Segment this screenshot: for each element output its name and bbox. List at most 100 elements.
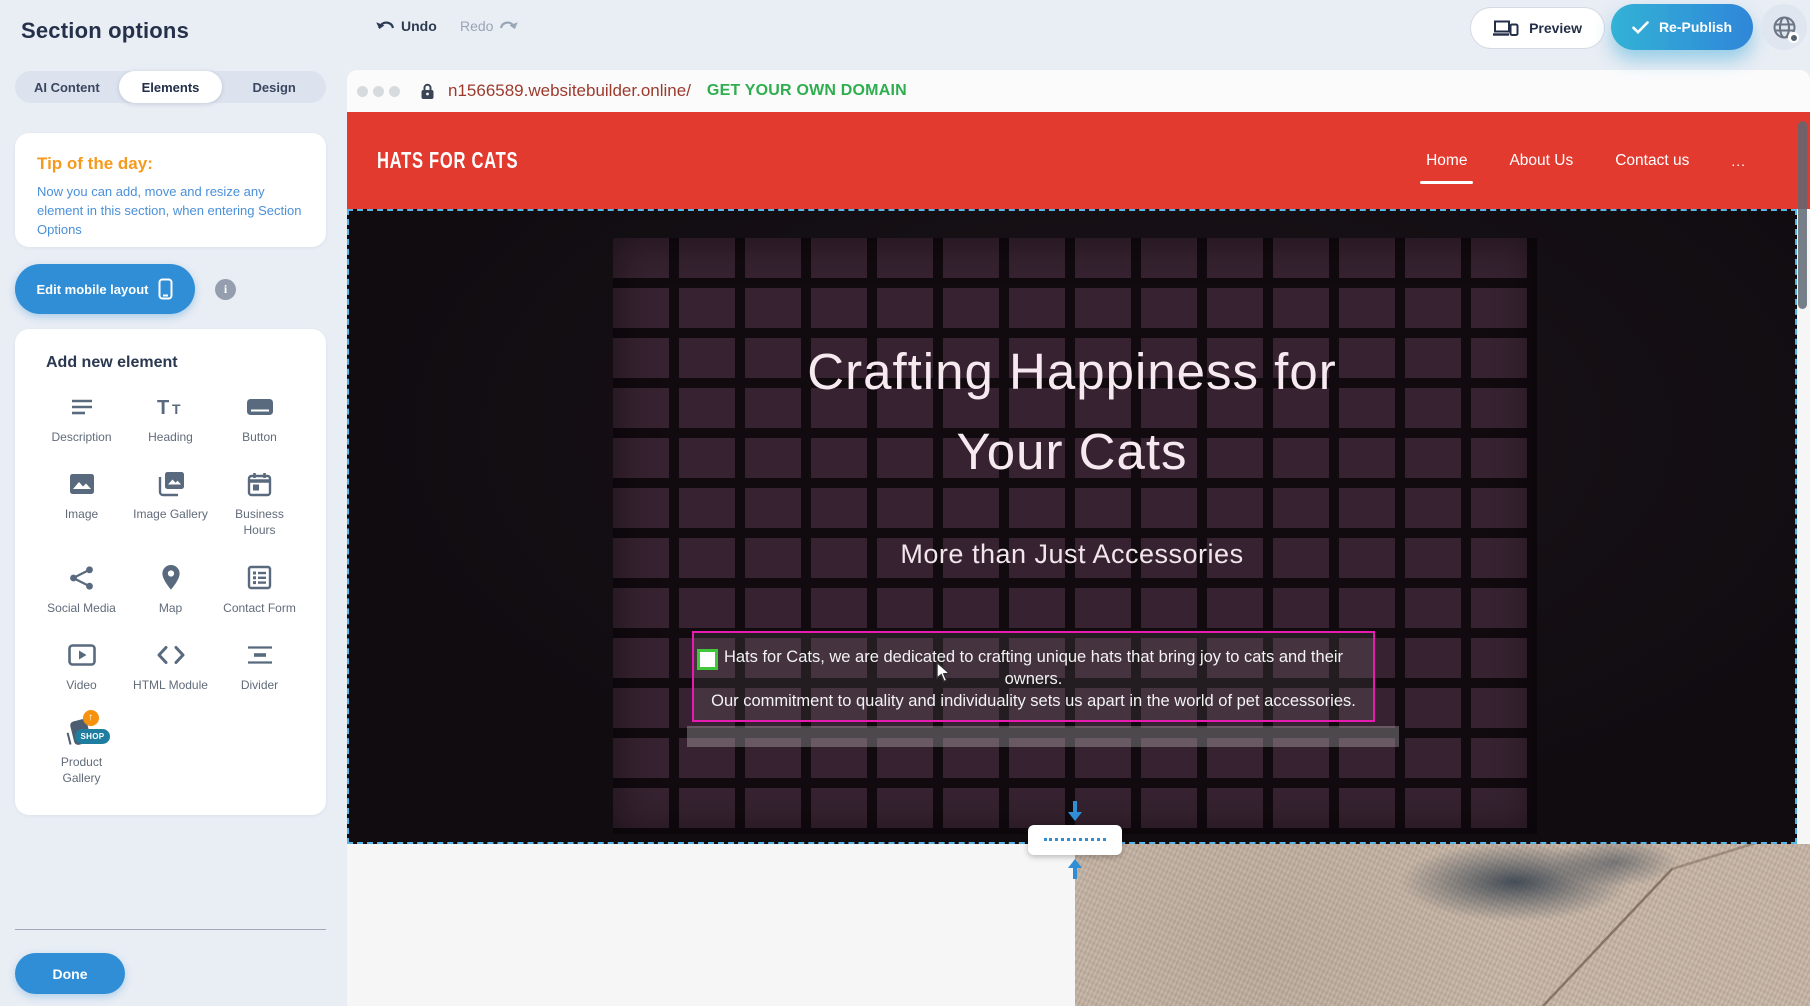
site-preview-viewport: HATS FOR CATS HomeAbout UsContact us... …: [347, 112, 1810, 1006]
add-element-heading[interactable]: TT Heading: [126, 392, 215, 445]
browser-chrome: n1566589.websitebuilder.online/ GET YOUR…: [347, 70, 1810, 112]
add-element-divider[interactable]: Divider: [215, 640, 304, 693]
panel-tabs: AI ContentElementsDesign: [15, 71, 326, 103]
tip-title: Tip of the day:: [37, 154, 304, 174]
nav-item-contact-us[interactable]: Contact us: [1613, 146, 1691, 176]
add-element-button[interactable]: Button: [215, 392, 304, 445]
shop-badge: SHOP: [75, 729, 111, 744]
selected-text-element[interactable]: Hats for Cats, we are dedicated to craft…: [692, 631, 1375, 722]
tip-body: Now you can add, move and resize any ele…: [37, 183, 304, 240]
element-label: HTML Module: [133, 677, 208, 693]
svg-text:T: T: [172, 401, 181, 417]
check-icon: [1632, 21, 1649, 34]
element-label: Image Gallery: [133, 506, 208, 522]
add-element-contact-form[interactable]: Contact Form: [215, 563, 304, 616]
language-globe-button[interactable]: [1761, 4, 1807, 50]
done-button[interactable]: Done: [15, 953, 125, 994]
section-height-resize-handle[interactable]: [1028, 825, 1122, 855]
divider-icon: [245, 640, 275, 670]
redo-button[interactable]: Redo: [460, 18, 519, 34]
tab-design[interactable]: Design: [222, 71, 326, 103]
image-gallery-icon: [156, 469, 186, 499]
shop-icon: ↑SHOP: [67, 717, 97, 747]
url-text[interactable]: n1566589.websitebuilder.online/: [448, 81, 691, 101]
add-element-business-hours[interactable]: Business Hours: [215, 469, 304, 538]
hero-title-line2: Your Cats: [956, 423, 1187, 480]
republish-label: Re-Publish: [1659, 19, 1732, 35]
add-element-description[interactable]: Description: [37, 392, 126, 445]
map-pin-icon: [156, 563, 186, 593]
code-icon: [156, 640, 186, 670]
heading-icon: TT: [156, 392, 186, 422]
window-dot: [389, 86, 400, 97]
devices-icon: [1493, 19, 1519, 37]
floor-photo: [1075, 844, 1810, 1006]
tab-ai-content[interactable]: AI Content: [15, 71, 119, 103]
element-label: Business Hours: [220, 506, 300, 538]
resize-arrow-up: [1073, 867, 1077, 879]
selection-resize-handle[interactable]: [697, 649, 718, 670]
add-new-element-card: Add new element Description TT Heading B…: [15, 329, 326, 815]
undo-label: Undo: [401, 18, 437, 34]
add-element-image-gallery[interactable]: Image Gallery: [126, 469, 215, 538]
text-lines-icon: [67, 392, 97, 422]
edit-mobile-layout-button[interactable]: Edit mobile layout: [15, 264, 195, 314]
element-label: Map: [159, 600, 182, 616]
add-element-map[interactable]: Map: [126, 563, 215, 616]
preview-scrollbar[interactable]: [1798, 121, 1807, 309]
republish-button[interactable]: Re-Publish: [1611, 4, 1753, 50]
site-nav: Home About Us Contact us...: [1424, 112, 1748, 209]
add-element-image[interactable]: Image: [37, 469, 126, 538]
tip-of-the-day-card: Tip of the day: Now you can add, move an…: [15, 133, 326, 247]
svg-text:T: T: [157, 397, 169, 419]
element-label: Heading: [148, 429, 193, 445]
element-grid: Description TT Heading Button Image Imag…: [37, 392, 304, 786]
edit-mobile-layout-label: Edit mobile layout: [37, 282, 149, 297]
upgrade-badge-icon: ↑: [83, 710, 99, 726]
element-label: Button: [242, 429, 277, 445]
add-element-video[interactable]: Video: [37, 640, 126, 693]
element-label: Video: [66, 677, 96, 693]
next-section[interactable]: [347, 844, 1810, 1006]
window-dot: [357, 86, 368, 97]
site-header: HATS FOR CATS Home About Us Contact us...: [347, 112, 1810, 209]
resize-handle-dashes: [1044, 838, 1106, 841]
nav-item-about-us[interactable]: About Us: [1507, 146, 1575, 176]
element-label: Contact Form: [223, 600, 296, 616]
section-options-panel: Section options AI ContentElementsDesign…: [0, 0, 347, 1006]
add-element-social-media[interactable]: Social Media: [37, 563, 126, 616]
site-logo[interactable]: HATS FOR CATS: [377, 147, 518, 174]
globe-badge: [1788, 32, 1799, 43]
undo-icon: [375, 19, 394, 33]
hero-section[interactable]: Crafting Happiness for Your Cats More th…: [347, 209, 1797, 844]
add-element-product-gallery[interactable]: ↑SHOP Product Gallery: [37, 717, 126, 786]
add-element-html-module[interactable]: HTML Module: [126, 640, 215, 693]
get-your-own-domain-link[interactable]: GET YOUR OWN DOMAIN: [707, 82, 907, 100]
hero-subtitle[interactable]: More than Just Accessories: [547, 539, 1597, 570]
hero-paragraph-line1: Hats for Cats, we are dedicated to craft…: [724, 648, 1343, 688]
nav-item-more[interactable]: ...: [1729, 147, 1748, 175]
element-ghost-shadow: [687, 726, 1399, 747]
hero-paragraph[interactable]: Hats for Cats, we are dedicated to craft…: [706, 647, 1361, 712]
preview-button[interactable]: Preview: [1470, 7, 1605, 49]
info-icon[interactable]: i: [215, 279, 236, 300]
calendar-icon: [245, 469, 275, 499]
contact-form-icon: [245, 563, 275, 593]
undo-button[interactable]: Undo: [375, 18, 437, 34]
element-label: Social Media: [47, 600, 116, 616]
tab-elements[interactable]: Elements: [119, 71, 223, 103]
element-label: Divider: [241, 677, 278, 693]
mouse-cursor: [935, 661, 952, 684]
phone-icon: [158, 278, 173, 300]
hero-title[interactable]: Crafting Happiness for Your Cats: [547, 332, 1597, 492]
hero-title-line1: Crafting Happiness for: [807, 343, 1336, 400]
window-dot: [373, 86, 384, 97]
sidebar-divider: [15, 929, 326, 930]
video-icon: [67, 640, 97, 670]
lock-icon: [420, 83, 435, 100]
element-label: Description: [51, 429, 111, 445]
element-label: Product Gallery: [42, 754, 122, 786]
nav-item-home[interactable]: Home: [1424, 146, 1469, 176]
button-icon: [245, 392, 275, 422]
image-icon: [67, 469, 97, 499]
